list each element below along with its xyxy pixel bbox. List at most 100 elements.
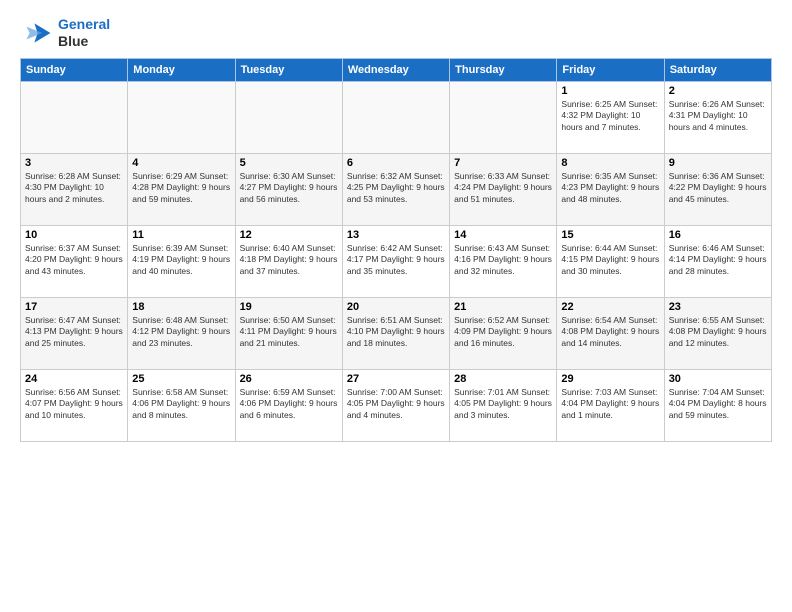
weekday-header: Monday (128, 58, 235, 81)
day-info: Sunrise: 6:44 AM Sunset: 4:15 PM Dayligh… (561, 243, 659, 279)
day-number: 17 (25, 301, 123, 313)
calendar-cell: 25 Sunrise: 6:58 AM Sunset: 4:06 PM Dayli… (128, 369, 235, 441)
logo-line1: General (58, 16, 110, 33)
weekday-header: Sunday (21, 58, 128, 81)
calendar-cell: 11 Sunrise: 6:39 AM Sunset: 4:19 PM Dayli… (128, 225, 235, 297)
day-info: Sunrise: 6:48 AM Sunset: 4:12 PM Dayligh… (132, 315, 230, 351)
day-number: 16 (669, 229, 767, 241)
day-number: 25 (132, 373, 230, 385)
calendar-cell: 19 Sunrise: 6:50 AM Sunset: 4:11 PM Dayli… (235, 297, 342, 369)
day-number: 9 (669, 157, 767, 169)
calendar-cell: 17 Sunrise: 6:47 AM Sunset: 4:13 PM Dayli… (21, 297, 128, 369)
calendar-cell: 18 Sunrise: 6:48 AM Sunset: 4:12 PM Dayli… (128, 297, 235, 369)
calendar-cell: 14Sunrise: 6:43 AM Sunset: 4:16 PM Dayli… (450, 225, 557, 297)
calendar-week-row: 3 Sunrise: 6:28 AM Sunset: 4:30 PM Daylig… (21, 153, 772, 225)
page: General Blue SundayMondayTuesdayWednesda… (0, 0, 792, 452)
day-info: Sunrise: 6:29 AM Sunset: 4:28 PM Dayligh… (132, 171, 230, 207)
day-number: 21 (454, 301, 552, 313)
day-number: 23 (669, 301, 767, 313)
day-info: Sunrise: 6:47 AM Sunset: 4:13 PM Dayligh… (25, 315, 123, 351)
calendar-cell: 23 Sunrise: 6:55 AM Sunset: 4:08 PM Dayli… (664, 297, 771, 369)
logo: General Blue (20, 16, 110, 50)
calendar-cell: 2Sunrise: 6:26 AM Sunset: 4:31 PM Daylig… (664, 81, 771, 153)
calendar-cell: 6 Sunrise: 6:32 AM Sunset: 4:25 PM Daylig… (342, 153, 449, 225)
logo-line2: Blue (58, 33, 110, 50)
calendar-cell: 20Sunrise: 6:51 AM Sunset: 4:10 PM Dayli… (342, 297, 449, 369)
day-number: 30 (669, 373, 767, 385)
calendar-cell: 10 Sunrise: 6:37 AM Sunset: 4:20 PM Dayli… (21, 225, 128, 297)
calendar-cell: 7 Sunrise: 6:33 AM Sunset: 4:24 PM Daylig… (450, 153, 557, 225)
calendar-cell: 29Sunrise: 7:03 AM Sunset: 4:04 PM Dayli… (557, 369, 664, 441)
calendar-week-row: 10 Sunrise: 6:37 AM Sunset: 4:20 PM Dayli… (21, 225, 772, 297)
day-number: 6 (347, 157, 445, 169)
calendar-cell (342, 81, 449, 153)
day-info: Sunrise: 6:30 AM Sunset: 4:27 PM Dayligh… (240, 171, 338, 207)
day-number: 28 (454, 373, 552, 385)
day-number: 14 (454, 229, 552, 241)
day-info: Sunrise: 7:00 AM Sunset: 4:05 PM Dayligh… (347, 387, 445, 423)
day-number: 8 (561, 157, 659, 169)
calendar-week-row: 17 Sunrise: 6:47 AM Sunset: 4:13 PM Dayli… (21, 297, 772, 369)
calendar-table: SundayMondayTuesdayWednesdayThursdayFrid… (20, 58, 772, 442)
day-number: 11 (132, 229, 230, 241)
weekday-header: Friday (557, 58, 664, 81)
day-info: Sunrise: 6:59 AM Sunset: 4:06 PM Dayligh… (240, 387, 338, 423)
day-number: 5 (240, 157, 338, 169)
calendar-cell: 5 Sunrise: 6:30 AM Sunset: 4:27 PM Daylig… (235, 153, 342, 225)
weekday-header: Tuesday (235, 58, 342, 81)
day-number: 15 (561, 229, 659, 241)
calendar-week-row: 24 Sunrise: 6:56 AM Sunset: 4:07 PM Dayli… (21, 369, 772, 441)
day-number: 1 (561, 85, 659, 97)
day-number: 26 (240, 373, 338, 385)
day-info: Sunrise: 6:54 AM Sunset: 4:08 PM Dayligh… (561, 315, 659, 351)
day-number: 3 (25, 157, 123, 169)
day-number: 19 (240, 301, 338, 313)
day-info: Sunrise: 6:55 AM Sunset: 4:08 PM Dayligh… (669, 315, 767, 351)
day-number: 18 (132, 301, 230, 313)
day-info: Sunrise: 6:28 AM Sunset: 4:30 PM Dayligh… (25, 171, 123, 207)
calendar-cell (450, 81, 557, 153)
day-number: 24 (25, 373, 123, 385)
day-info: Sunrise: 6:51 AM Sunset: 4:10 PM Dayligh… (347, 315, 445, 351)
calendar-cell: 21 Sunrise: 6:52 AM Sunset: 4:09 PM Dayli… (450, 297, 557, 369)
day-number: 12 (240, 229, 338, 241)
calendar-cell: 13Sunrise: 6:42 AM Sunset: 4:17 PM Dayli… (342, 225, 449, 297)
weekday-header: Wednesday (342, 58, 449, 81)
calendar-cell: 28 Sunrise: 7:01 AM Sunset: 4:05 PM Dayli… (450, 369, 557, 441)
calendar-cell (235, 81, 342, 153)
day-number: 7 (454, 157, 552, 169)
day-number: 4 (132, 157, 230, 169)
calendar-cell (128, 81, 235, 153)
day-info: Sunrise: 6:39 AM Sunset: 4:19 PM Dayligh… (132, 243, 230, 279)
day-number: 2 (669, 85, 767, 97)
day-info: Sunrise: 6:36 AM Sunset: 4:22 PM Dayligh… (669, 171, 767, 207)
header: General Blue (20, 16, 772, 50)
calendar-cell: 24 Sunrise: 6:56 AM Sunset: 4:07 PM Dayli… (21, 369, 128, 441)
day-info: Sunrise: 6:50 AM Sunset: 4:11 PM Dayligh… (240, 315, 338, 351)
day-number: 29 (561, 373, 659, 385)
day-info: Sunrise: 6:32 AM Sunset: 4:25 PM Dayligh… (347, 171, 445, 207)
day-info: Sunrise: 6:37 AM Sunset: 4:20 PM Dayligh… (25, 243, 123, 279)
calendar-cell (21, 81, 128, 153)
day-info: Sunrise: 6:52 AM Sunset: 4:09 PM Dayligh… (454, 315, 552, 351)
logo-icon (20, 17, 52, 49)
day-info: Sunrise: 6:46 AM Sunset: 4:14 PM Dayligh… (669, 243, 767, 279)
day-info: Sunrise: 6:58 AM Sunset: 4:06 PM Dayligh… (132, 387, 230, 423)
calendar-header-row: SundayMondayTuesdayWednesdayThursdayFrid… (21, 58, 772, 81)
calendar-week-row: 1Sunrise: 6:25 AM Sunset: 4:32 PM Daylig… (21, 81, 772, 153)
day-info: Sunrise: 6:56 AM Sunset: 4:07 PM Dayligh… (25, 387, 123, 423)
calendar-cell: 9 Sunrise: 6:36 AM Sunset: 4:22 PM Daylig… (664, 153, 771, 225)
calendar-cell: 3 Sunrise: 6:28 AM Sunset: 4:30 PM Daylig… (21, 153, 128, 225)
day-info: Sunrise: 6:35 AM Sunset: 4:23 PM Dayligh… (561, 171, 659, 207)
day-number: 10 (25, 229, 123, 241)
calendar-cell: 26 Sunrise: 6:59 AM Sunset: 4:06 PM Dayli… (235, 369, 342, 441)
calendar-cell: 27Sunrise: 7:00 AM Sunset: 4:05 PM Dayli… (342, 369, 449, 441)
day-info: Sunrise: 6:33 AM Sunset: 4:24 PM Dayligh… (454, 171, 552, 207)
day-number: 22 (561, 301, 659, 313)
logo-text: General Blue (58, 16, 110, 50)
calendar-cell: 16 Sunrise: 6:46 AM Sunset: 4:14 PM Dayli… (664, 225, 771, 297)
day-info: Sunrise: 7:01 AM Sunset: 4:05 PM Dayligh… (454, 387, 552, 423)
day-number: 13 (347, 229, 445, 241)
weekday-header: Thursday (450, 58, 557, 81)
weekday-header: Saturday (664, 58, 771, 81)
